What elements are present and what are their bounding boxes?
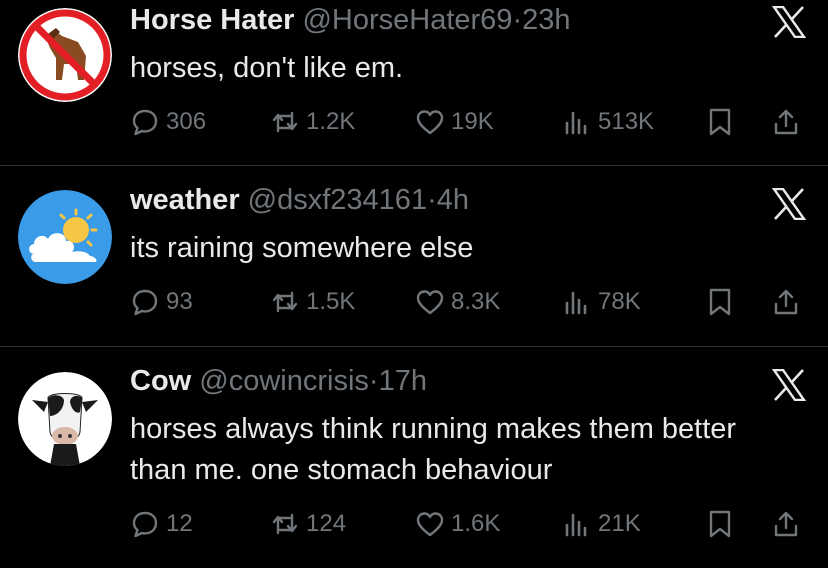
tweet-1[interactable]: Horse Hater @HorseHater69·23h horses, do… — [0, 0, 828, 165]
reply-count: 12 — [166, 510, 193, 537]
repost-icon — [272, 513, 298, 535]
repost-button[interactable]: 124 — [270, 504, 346, 544]
like-count: 19K — [451, 108, 494, 135]
tweet-header: Horse Hater @HorseHater69·23h — [130, 4, 571, 37]
display-name[interactable]: Horse Hater — [130, 4, 294, 36]
bookmark-icon — [709, 510, 731, 538]
action-bar: 306 1.2K 19K 513K — [130, 102, 810, 142]
repost-count: 124 — [306, 510, 347, 537]
like-icon — [416, 110, 444, 135]
reply-count: 306 — [166, 108, 207, 135]
share-icon — [774, 289, 798, 315]
like-icon — [416, 512, 444, 537]
view-count: 513K — [598, 108, 655, 135]
horse-prohibited-avatar[interactable] — [18, 8, 112, 102]
tweet-text: its raining somewhere else — [130, 232, 474, 264]
like-count: 1.6K — [451, 510, 501, 537]
action-bar: 93 1.5K 8.3K 78K — [130, 282, 810, 322]
share-icon — [774, 109, 798, 135]
timestamp[interactable]: 17h — [379, 365, 427, 397]
reply-button[interactable]: 306 — [130, 102, 206, 142]
views-button[interactable]: 21K — [562, 504, 641, 544]
view-count: 21K — [598, 510, 641, 537]
bookmark-button[interactable] — [705, 504, 735, 544]
tweet-text-line: horses always think running makes them b… — [130, 413, 737, 445]
separator: · — [368, 365, 379, 397]
reply-button[interactable]: 12 — [130, 504, 193, 544]
share-button[interactable] — [771, 102, 801, 142]
share-button[interactable] — [771, 282, 801, 322]
tweet-text: horses, don't like em. — [130, 52, 404, 84]
views-button[interactable]: 513K — [562, 102, 654, 142]
like-button[interactable]: 19K — [415, 102, 494, 142]
display-name[interactable]: Cow — [130, 365, 191, 397]
repost-count: 1.5K — [306, 288, 356, 315]
repost-button[interactable]: 1.5K — [270, 282, 355, 322]
separator: · — [427, 184, 437, 216]
views-icon — [565, 111, 587, 135]
handle[interactable]: @cowincrisis — [199, 365, 369, 397]
like-button[interactable]: 1.6K — [415, 504, 500, 544]
view-count: 78K — [598, 288, 641, 315]
tweet-3[interactable]: Cow @cowincrisis·17h horses always think… — [0, 347, 828, 568]
cow-avatar[interactable] — [18, 372, 112, 466]
views-icon — [565, 291, 587, 315]
handle[interactable]: @dsxf234161 — [248, 184, 427, 216]
bookmark-icon — [709, 288, 731, 316]
separator: · — [512, 4, 523, 36]
reply-count: 93 — [166, 288, 193, 315]
repost-icon — [272, 111, 298, 133]
tweet-header: Cow @cowincrisis·17h — [130, 365, 427, 398]
tweet-text-line: than me. one stomach behaviour — [130, 454, 553, 486]
reply-icon — [132, 289, 158, 316]
timestamp[interactable]: 23h — [522, 4, 570, 36]
repost-icon — [272, 291, 298, 313]
reply-icon — [132, 511, 158, 538]
share-icon — [774, 511, 798, 537]
reply-icon — [132, 109, 158, 136]
repost-button[interactable]: 1.2K — [270, 102, 355, 142]
sun-cloud-avatar[interactable] — [18, 190, 112, 284]
handle[interactable]: @HorseHater69 — [302, 4, 512, 36]
tweet-header: weather @dsxf234161·4h — [130, 184, 469, 217]
repost-count: 1.2K — [306, 108, 356, 135]
views-button[interactable]: 78K — [562, 282, 641, 322]
x-logo-icon[interactable] — [772, 6, 806, 38]
bookmark-button[interactable] — [705, 282, 735, 322]
x-logo-icon[interactable] — [772, 188, 806, 220]
timestamp[interactable]: 4h — [437, 184, 469, 216]
bookmark-button[interactable] — [705, 102, 735, 142]
views-icon — [565, 513, 587, 537]
display-name[interactable]: weather — [130, 184, 240, 216]
tweet-text: horses always think running makes them b… — [130, 409, 820, 491]
like-icon — [416, 290, 444, 315]
share-button[interactable] — [771, 504, 801, 544]
action-bar: 12 124 1.6K 21K — [130, 504, 810, 544]
like-button[interactable]: 8.3K — [415, 282, 500, 322]
reply-button[interactable]: 93 — [130, 282, 193, 322]
like-count: 8.3K — [451, 288, 501, 315]
tweet-2[interactable]: weather @dsxf234161·4h its raining somew… — [0, 166, 828, 346]
bookmark-icon — [709, 108, 731, 136]
x-logo-icon[interactable] — [772, 369, 806, 401]
